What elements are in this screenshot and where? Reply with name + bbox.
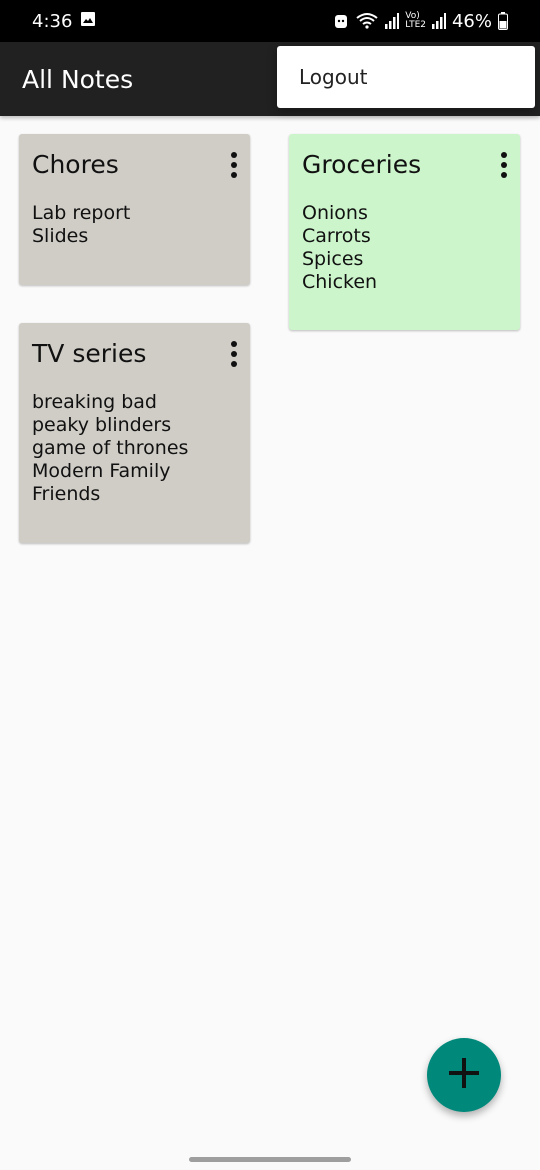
note-card-chores[interactable]: Chores Lab report Slides: [19, 134, 250, 285]
note-line: Modern Family: [32, 460, 171, 482]
signal-icon: [385, 13, 400, 29]
image-icon: [80, 11, 96, 32]
note-card-tv-series[interactable]: TV series breaking bad peaky blinders ga…: [19, 323, 250, 543]
note-line: Friends: [32, 483, 101, 505]
note-title: Chores: [32, 150, 119, 179]
note-title: Groceries: [302, 150, 422, 179]
note-card-groceries[interactable]: Groceries Onions Carrots Spices Chicken: [289, 134, 520, 330]
wifi-icon: [355, 12, 379, 30]
logout-menu-item[interactable]: Logout: [299, 65, 367, 89]
note-line: Chicken: [302, 271, 378, 293]
status-left: 4:36: [32, 11, 96, 32]
note-line: breaking bad: [32, 391, 157, 413]
note-body: Onions Carrots Spices Chicken: [302, 202, 507, 294]
battery-icon: [498, 12, 508, 30]
note-body: Lab report Slides: [32, 202, 237, 248]
status-bar: 4:36 Vo) LTE2 46%: [0, 0, 540, 42]
more-vert-icon[interactable]: [228, 341, 240, 367]
note-line: Spices: [302, 248, 364, 270]
more-vert-icon[interactable]: [498, 152, 510, 178]
note-line: peaky blinders: [32, 414, 172, 436]
note-body: breaking bad peaky blinders game of thro…: [32, 391, 237, 506]
note-line: Slides: [32, 225, 89, 247]
home-indicator[interactable]: [189, 1157, 351, 1162]
note-line: Onions: [302, 202, 368, 224]
signal-icon: [431, 13, 446, 29]
note-line: Carrots: [302, 225, 371, 247]
android-icon: [333, 12, 349, 30]
network-type: Vo) LTE2: [405, 12, 426, 30]
note-title: TV series: [32, 339, 147, 368]
status-right: Vo) LTE2 46%: [333, 11, 508, 32]
add-note-button[interactable]: [427, 1038, 501, 1112]
status-time: 4:36: [32, 10, 73, 32]
note-line: game of thrones: [32, 437, 189, 459]
battery-percent: 46%: [451, 10, 492, 32]
plus-icon: [447, 1056, 481, 1094]
more-vert-icon[interactable]: [228, 152, 240, 178]
note-line: Lab report: [32, 202, 131, 224]
page-title: All Notes: [22, 64, 134, 94]
network-label-bottom: LTE2: [405, 20, 426, 30]
overflow-menu: Logout: [277, 46, 535, 108]
